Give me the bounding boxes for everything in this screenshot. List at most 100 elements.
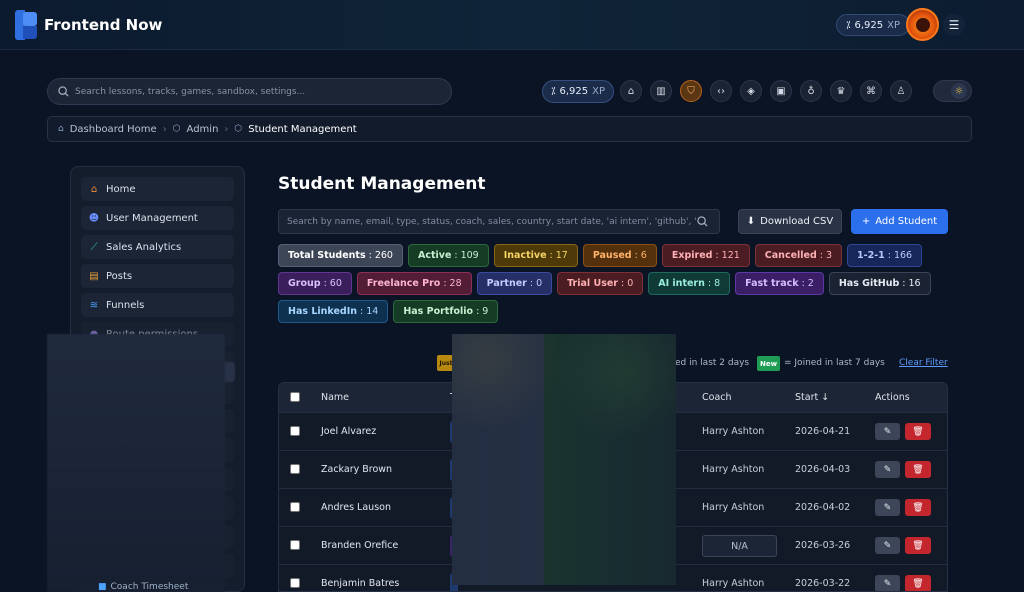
- filter-badge-label: Cancelled: [764, 250, 817, 261]
- row-checkbox[interactable]: [290, 540, 300, 550]
- student-search-input[interactable]: [287, 216, 697, 227]
- row-checkbox[interactable]: [290, 502, 300, 512]
- theme-toggle[interactable]: ☼: [933, 80, 972, 102]
- home-icon[interactable]: ⌂: [620, 80, 642, 102]
- sun-icon: ☼: [951, 83, 967, 99]
- search-icon: [697, 216, 708, 227]
- cube-icon[interactable]: ◈: [740, 80, 762, 102]
- student-name[interactable]: Andres Lauson: [321, 502, 391, 513]
- download-icon: ⬇: [746, 216, 756, 227]
- trash-icon[interactable]: 🗑: [905, 461, 931, 478]
- edit-icon[interactable]: ✎: [875, 423, 900, 440]
- sidebar-item-funnels[interactable]: ≋ Funnels: [81, 293, 234, 317]
- code-icon[interactable]: ‹›: [710, 80, 732, 102]
- redacted-region: [452, 334, 676, 585]
- download-csv-label: Download CSV: [760, 216, 834, 227]
- edit-icon[interactable]: ✎: [875, 537, 900, 554]
- chart-icon: ⟋: [90, 241, 98, 253]
- filter-badge-label: Has Portfolio: [403, 306, 474, 317]
- download-csv-button[interactable]: ⬇ Download CSV: [738, 209, 842, 234]
- trash-icon[interactable]: 🗑: [905, 423, 931, 440]
- xp-pill-value: 6,925: [559, 86, 589, 97]
- brand-logo-icon: [15, 10, 39, 40]
- sidebar-item-posts[interactable]: ▤ Posts: [81, 264, 234, 288]
- filter-badge-label: Has LinkedIn: [288, 306, 358, 317]
- gamepad-icon[interactable]: ⌘: [860, 80, 882, 102]
- briefcase-icon[interactable]: ▣: [770, 80, 792, 102]
- filter-badge-label: Total Students: [288, 250, 366, 261]
- row-checkbox[interactable]: [290, 578, 300, 588]
- col-coach[interactable]: Coach: [702, 392, 732, 403]
- filter-badge-count: 0: [536, 278, 543, 289]
- filter-badge[interactable]: Has Portfolio:9: [393, 300, 499, 323]
- select-all-checkbox[interactable]: [290, 392, 300, 402]
- student-name[interactable]: Joel Alvarez: [321, 426, 376, 437]
- col-name[interactable]: Name: [321, 392, 349, 403]
- start-date: 2026-04-21: [795, 426, 851, 437]
- menu-icon[interactable]: ☰: [943, 14, 965, 36]
- sidebar-item-label: Funnels: [106, 299, 145, 311]
- sidebar-item-label: Posts: [106, 270, 133, 282]
- trash-icon[interactable]: 🗑: [905, 537, 931, 554]
- filter-badge-count: 121: [721, 250, 740, 261]
- map-icon[interactable]: ▥: [650, 80, 672, 102]
- student-name[interactable]: Benjamin Batres: [321, 578, 399, 589]
- col-actions: Actions: [875, 392, 910, 403]
- sidebar-item-user-management[interactable]: ☻ User Management: [81, 206, 234, 230]
- filter-badge[interactable]: Paused:6: [582, 244, 657, 267]
- filter-badge[interactable]: Has LinkedIn:14: [278, 300, 389, 323]
- filter-badge[interactable]: Expired:121: [661, 244, 750, 267]
- edit-icon[interactable]: ✎: [875, 461, 900, 478]
- row-checkbox[interactable]: [290, 426, 300, 436]
- chevron-right-icon: ›: [224, 123, 229, 135]
- breadcrumb-admin[interactable]: Admin: [187, 124, 219, 135]
- filter-badge[interactable]: Cancelled:3: [754, 244, 843, 267]
- trophy-icon[interactable]: ♛: [830, 80, 852, 102]
- filter-badge[interactable]: Trial User:0: [557, 272, 644, 295]
- filter-badge-label: Inactive: [503, 250, 547, 261]
- add-student-button[interactable]: + Add Student: [851, 209, 948, 234]
- coach-select[interactable]: N/A: [702, 535, 777, 557]
- xp-pill[interactable]: ⁒ 6,925 XP: [542, 80, 615, 103]
- sidebar-item-home[interactable]: ⌂ Home: [81, 177, 234, 201]
- filter-badge[interactable]: Fast track:2: [735, 272, 824, 295]
- award-icon[interactable]: ♁: [800, 80, 822, 102]
- student-search: [278, 209, 720, 234]
- filter-badge[interactable]: Has GitHub:16: [828, 272, 931, 295]
- filter-badge[interactable]: 1-2-1:166: [847, 244, 923, 267]
- filter-badge[interactable]: Freelance Pro:28: [356, 272, 472, 295]
- filter-badge-count: 28: [449, 278, 462, 289]
- sidebar-item-coach-timesheet[interactable]: ■ Coach Timesheet: [98, 582, 188, 592]
- filter-badge[interactable]: Group:60: [278, 272, 352, 295]
- filter-badge-count: 2: [807, 278, 814, 289]
- start-date: 2026-04-03: [795, 464, 851, 475]
- filter-badge[interactable]: AI intern:8: [648, 272, 731, 295]
- global-search-input[interactable]: [75, 86, 435, 97]
- coach-name: Harry Ashton: [702, 502, 765, 513]
- filter-badge[interactable]: Active:109: [407, 244, 489, 267]
- clear-filter-link[interactable]: Clear Filter: [899, 358, 948, 368]
- row-checkbox[interactable]: [290, 464, 300, 474]
- filter-badge[interactable]: Total Students:260: [278, 244, 403, 267]
- avatar[interactable]: [906, 8, 939, 41]
- filter-badge[interactable]: Partner:0: [476, 272, 553, 295]
- shield-icon: ⬡: [172, 124, 181, 134]
- top-xp-badge[interactable]: ⁒ 6,925 XP: [836, 14, 911, 36]
- trash-icon[interactable]: 🗑: [905, 499, 931, 516]
- sidebar-item-sales-analytics[interactable]: ⟋ Sales Analytics: [81, 235, 234, 259]
- breadcrumb-dashboard-home[interactable]: Dashboard Home: [70, 124, 157, 135]
- shield-icon[interactable]: ⛉: [680, 80, 702, 102]
- edit-icon[interactable]: ✎: [875, 575, 900, 591]
- avatar-face-icon: [915, 17, 930, 32]
- filter-badge[interactable]: Inactive:17: [493, 244, 578, 267]
- brand[interactable]: Frontend Now: [15, 10, 162, 40]
- page-title: Student Management: [278, 174, 486, 194]
- col-start[interactable]: Start ↓: [795, 392, 829, 403]
- trash-icon[interactable]: 🗑: [905, 575, 931, 591]
- student-name[interactable]: Branden Orefice: [321, 540, 398, 551]
- user-icon[interactable]: ♙: [890, 80, 912, 102]
- student-name[interactable]: Zackary Brown: [321, 464, 392, 475]
- filter-badge-label: 1-2-1: [857, 250, 885, 261]
- start-date: 2026-04-02: [795, 502, 851, 513]
- edit-icon[interactable]: ✎: [875, 499, 900, 516]
